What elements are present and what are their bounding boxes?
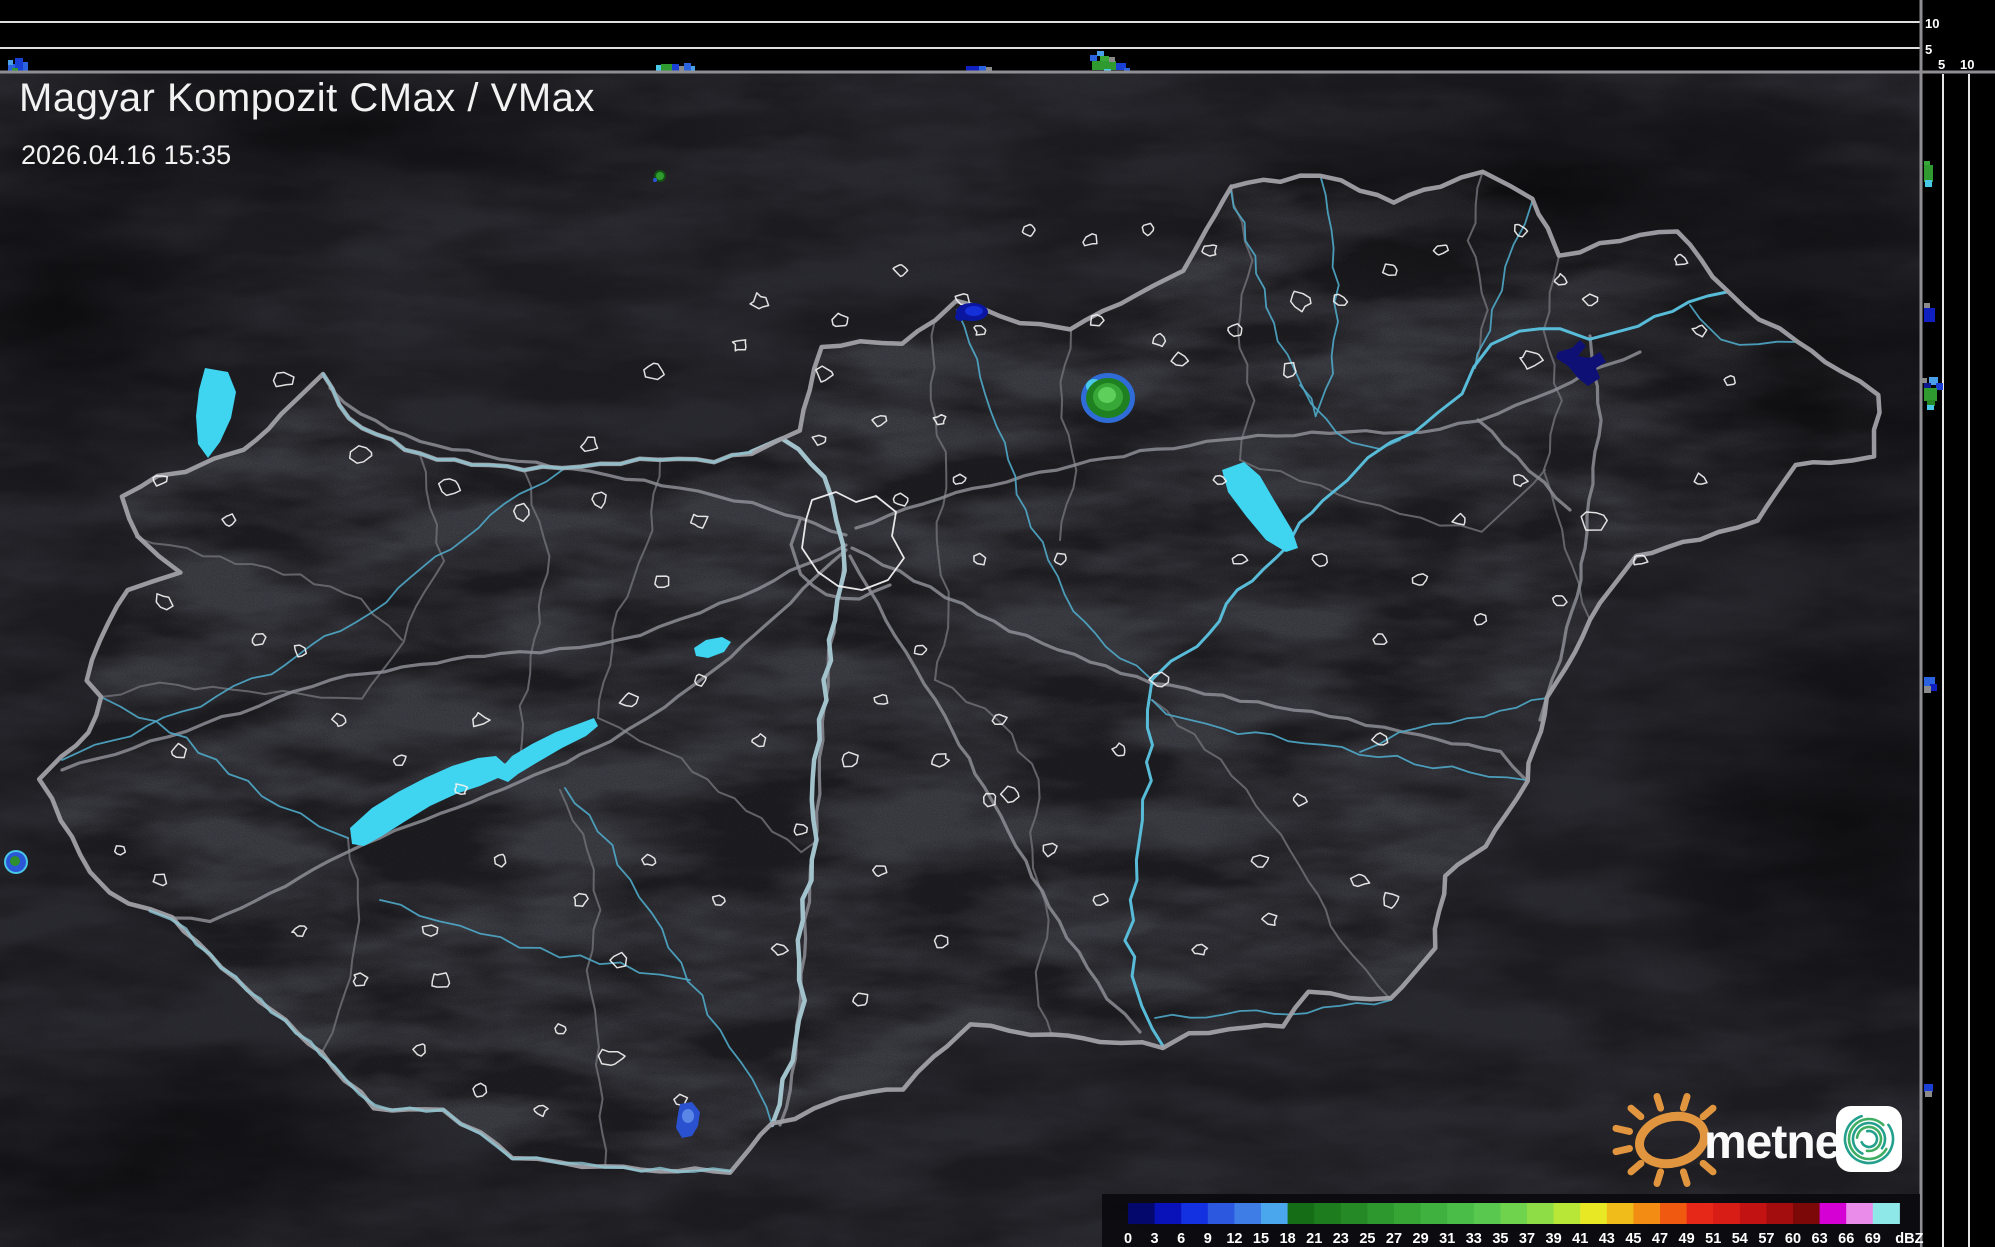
colorbar-segment [1128,1203,1155,1224]
profile-echo-block [1090,55,1097,61]
storm-cell-matra [1081,373,1135,423]
profile-echo-block [1925,1091,1932,1097]
colorbar-tick-label: 49 [1679,1231,1695,1247]
colorbar-segment [1713,1203,1740,1224]
colorbar-segment [1474,1203,1501,1224]
colorbar-tick-label: 25 [1359,1231,1375,1247]
colorbar-tick-label: 45 [1625,1231,1641,1247]
colorbar-tick-label: 6 [1177,1231,1185,1247]
colorbar-segment [1740,1203,1767,1224]
colorbar-segment [1421,1203,1448,1224]
profile-echo-block [691,66,695,71]
colorbar-segment [1766,1203,1793,1224]
colorbar-segment [1687,1203,1714,1224]
height-axis-label: 10 [1960,57,1974,72]
colorbar-segment [1367,1203,1394,1224]
colorbar-tick-label: 15 [1253,1231,1269,1247]
colorbar-tick-label: 3 [1151,1231,1159,1247]
colorbar-segment [1846,1203,1873,1224]
colorbar-segment [1341,1203,1368,1224]
colorbar-tick-label: 29 [1413,1231,1429,1247]
page-title: Magyar Kompozit CMax / VMax [19,76,595,121]
colorbar-tick-label: 27 [1386,1231,1402,1247]
colorbar-tick-label: 23 [1333,1231,1349,1247]
profile-echo-block [1092,61,1116,70]
colorbar-segment [1554,1203,1581,1224]
profile-echo-block [1924,1084,1933,1092]
colorbar-segment [1580,1203,1607,1224]
colorbar-tick-label: 31 [1439,1231,1455,1247]
colorbar-segment [1181,1203,1208,1224]
colorbar-tick-label: 37 [1519,1231,1535,1247]
colorbar-tick-label: 43 [1599,1231,1615,1247]
cell-west-edge [4,850,28,874]
colorbar-segment [1314,1203,1341,1224]
colorbar-tick-label: 69 [1865,1231,1881,1247]
colorbar-segment [1500,1203,1527,1224]
colorbar-segment [1261,1203,1288,1224]
profile-echo-block [1924,686,1931,693]
profile-echo-block [1927,405,1934,410]
metnet-logo-text: metnet [1704,1116,1856,1169]
profile-echo-block [1936,383,1943,390]
colorbar-tick-label: 21 [1306,1231,1322,1247]
metnet-app-icon [1836,1106,1902,1172]
colorbar-tick-label: 33 [1466,1231,1482,1247]
profile-echo-block [1925,180,1932,187]
colorbar-tick-label: 63 [1812,1231,1828,1247]
colorbar-segment [1873,1203,1900,1224]
colorbar-segment [1234,1203,1261,1224]
colorbar-segment [1394,1203,1421,1224]
colorbar-segment [1208,1203,1235,1224]
profile-echo-block [1924,165,1933,182]
colorbar-tick-label: 54 [1732,1231,1748,1247]
profile-echo-block [1930,684,1937,691]
colorbar-tick-label: 51 [1705,1231,1721,1247]
colorbar-segment [1660,1203,1687,1224]
height-axis-label: 5 [1938,57,1945,72]
colorbar-segment [1793,1203,1820,1224]
profile-echo-block [1097,51,1104,56]
profile-echo-block [1109,57,1115,62]
colorbar-segment [1633,1203,1660,1224]
radar-map-canvas: 105510 036912151821232527293133353739414… [0,0,1995,1247]
timestamp: 2026.04.16 15:35 [21,140,231,171]
colorbar-segment [1527,1203,1554,1224]
profile-echo-block [656,65,661,71]
colorbar-unit-label: dBZ [1895,1231,1923,1247]
colorbar-tick-label: 41 [1572,1231,1588,1247]
colorbar-segment [1447,1203,1474,1224]
colorbar-tick-label: 60 [1785,1231,1801,1247]
profile-echo-block [8,60,13,65]
colorbar-tick-label: 47 [1652,1231,1668,1247]
colorbar-segment [1288,1203,1315,1224]
colorbar-tick-label: 39 [1546,1231,1562,1247]
colorbar-tick-label: 18 [1280,1231,1296,1247]
profile-echo-block [1100,56,1109,61]
colorbar-tick-label: 12 [1226,1231,1242,1247]
dbz-colorbar: 0369121518212325272931333537394143454749… [1102,1194,1924,1247]
colorbar-tick-label: 66 [1838,1231,1854,1247]
height-axis-label: 10 [1925,16,1939,31]
colorbar-segment [1607,1203,1634,1224]
right-profile-panel [1921,0,1995,1247]
profile-echo-block [1924,388,1937,401]
top-profile-panel [0,0,1921,72]
colorbar-tick-label: 0 [1124,1231,1132,1247]
colorbar-segment [1820,1203,1847,1224]
colorbar-segment [1155,1203,1182,1224]
colorbar-tick-label: 57 [1758,1231,1774,1247]
profile-echo-block [1922,378,1927,383]
height-axis-label: 5 [1925,42,1932,57]
radar-composite-screen: 105510 036912151821232527293133353739414… [0,0,1995,1247]
colorbar-tick-label: 9 [1204,1231,1212,1247]
colorbar-tick-label: 35 [1492,1231,1508,1247]
profile-echo-block [1924,308,1935,322]
